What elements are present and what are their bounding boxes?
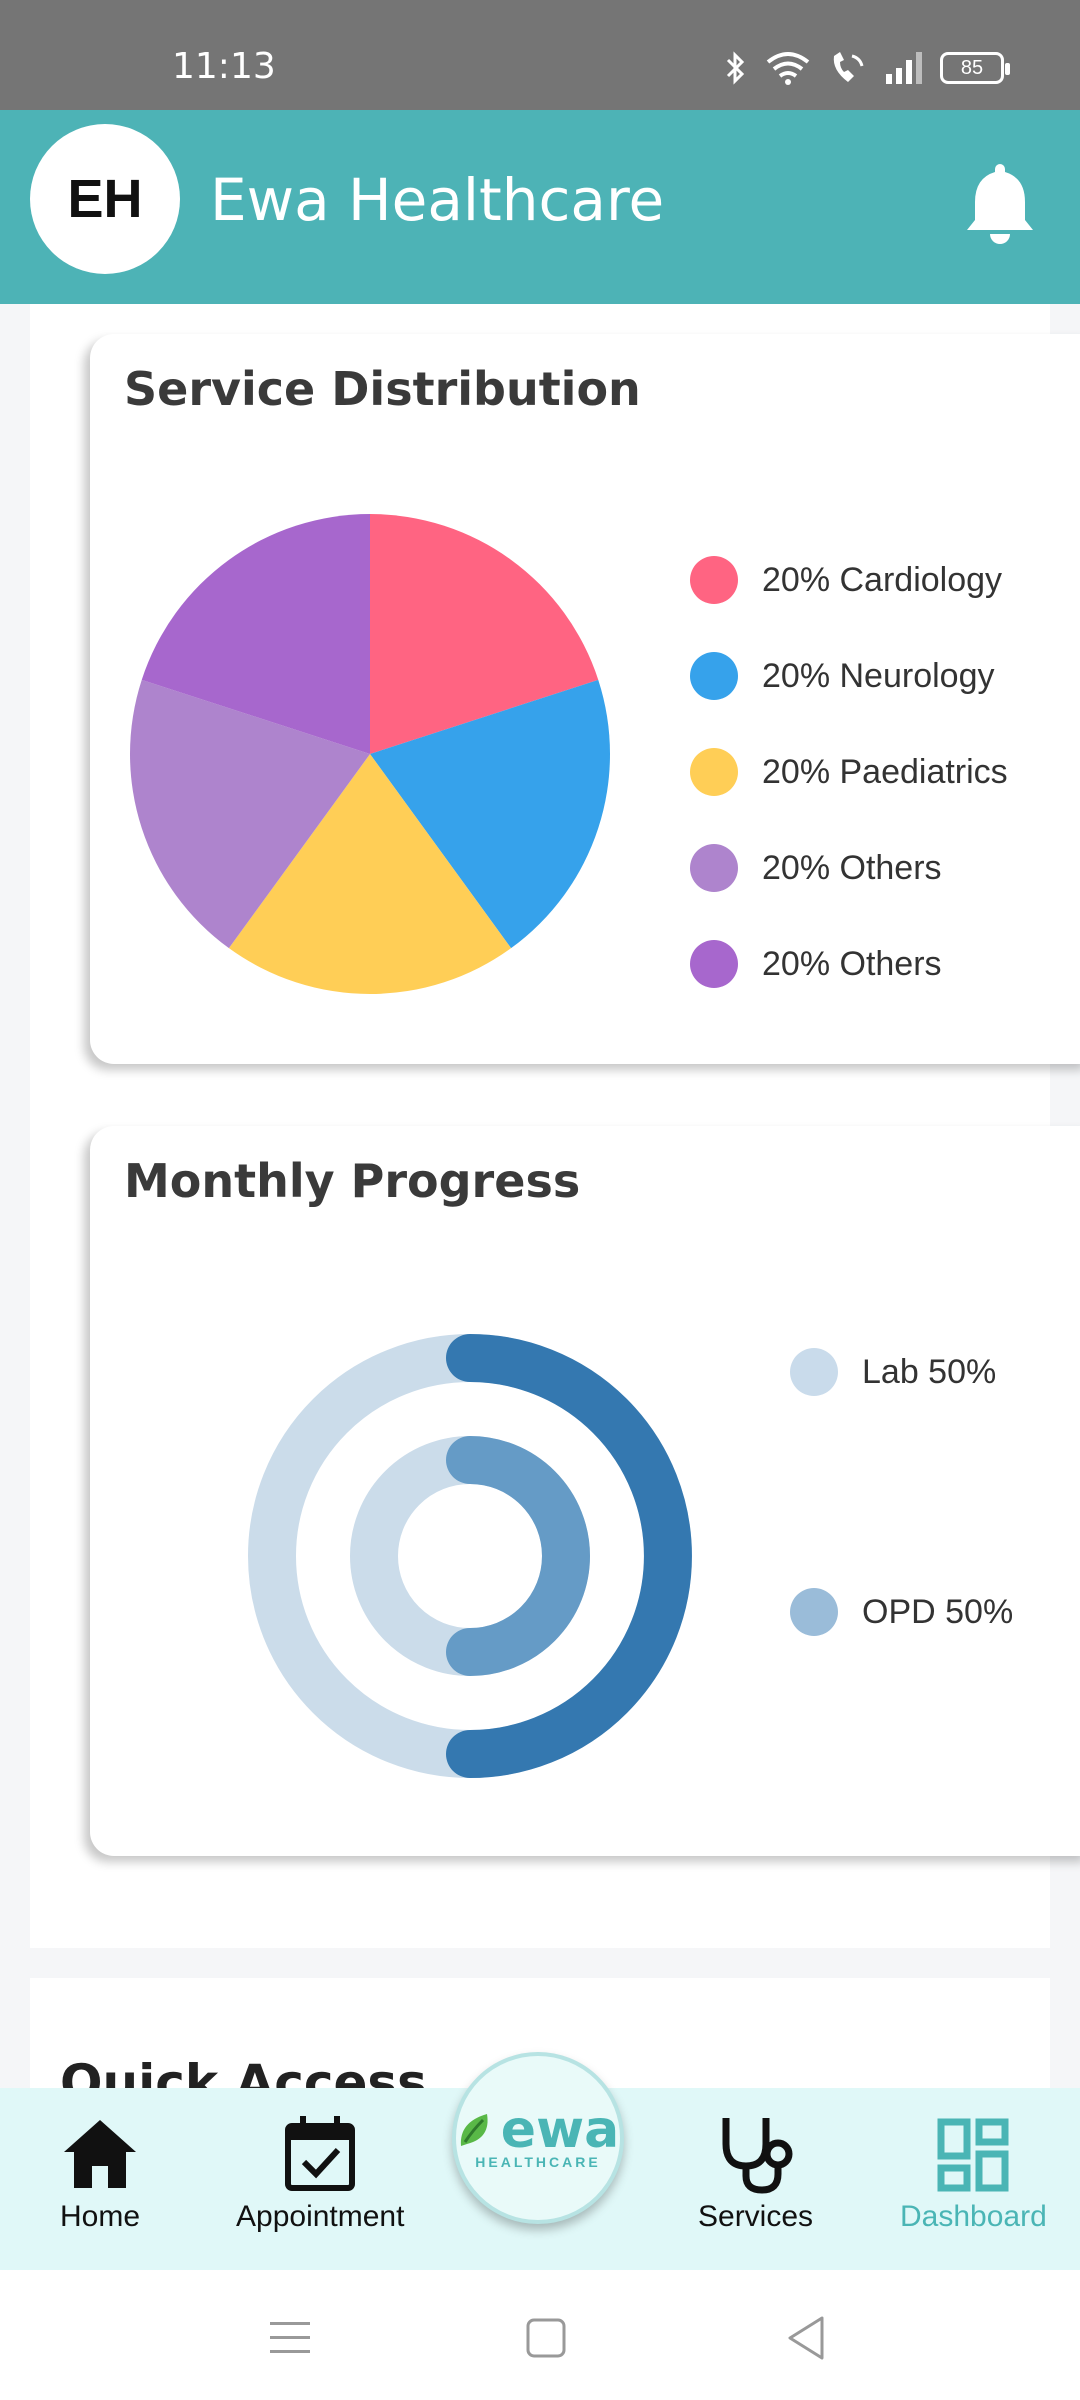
legend-item-others-2: 20% Others [690,940,942,988]
wifi-call-icon [833,52,864,82]
avatar[interactable]: EH [30,124,180,274]
legend-label: 20% Others [762,944,942,983]
app-title: Ewa Healthcare [210,166,665,234]
app-bar: EH Ewa Healthcare [0,110,1080,304]
service-distribution-card: Service Distribution 20% Cardiology 20% … [90,334,1080,1064]
legend-label: Lab 50% [862,1352,997,1391]
card-title: Service Distribution [124,362,641,416]
legend-dot [690,940,738,988]
dashboard-icon [937,2118,1009,2192]
bluetooth-icon [726,51,745,85]
status-icons: 85 [724,48,1010,88]
leaf-icon [460,2114,488,2146]
card-title: Monthly Progress [124,1154,581,1208]
nav-services[interactable]: Services [698,2114,813,2234]
nav-dashboard[interactable]: Dashboard [900,2114,1047,2234]
legend-item-opd: OPD 50% [790,1588,1013,1636]
legend-dot [790,1348,838,1396]
legend-label: 20% Cardiology [762,560,1003,599]
monthly-progress-radial-chart [248,1334,692,1778]
signal-icon [886,52,922,84]
monthly-progress-card: Monthly Progress Lab 50% OPD 50% [90,1126,1080,1856]
system-navigation-bar [0,2270,1080,2400]
stethoscope-icon [722,2118,793,2194]
home-button-icon[interactable] [516,2308,576,2368]
legend-dot [790,1588,838,1636]
nav-appointment[interactable]: Appointment [236,2114,404,2234]
progress-arc-opd [446,1436,590,1676]
legend-item-paediatrics: 20% Paediatrics [690,748,1008,796]
battery-icon: 85 [940,52,1010,84]
status-time: 11:13 [172,46,276,87]
nav-label: Home [60,2200,141,2233]
nav-home[interactable]: Home [60,2114,140,2234]
wifi-icon [766,52,810,85]
calendar-check-icon [285,2116,356,2191]
legend-dot [690,844,738,892]
legend-label: 20% Paediatrics [762,752,1008,791]
legend-item-cardiology: 20% Cardiology [690,556,1002,604]
nav-label: Appointment [236,2200,405,2233]
menu-icon[interactable] [260,2308,320,2368]
legend-dot [690,652,738,700]
back-icon[interactable] [776,2308,836,2368]
legend-dot [690,556,738,604]
service-distribution-pie-chart [129,514,610,994]
notification-bell-icon[interactable] [960,158,1040,248]
legend-label: OPD 50% [862,1592,1014,1631]
ewa-logo-button[interactable]: ewa HEALTHCARE [452,2052,624,2224]
logo-text: ewa [500,2100,620,2160]
legend-label: 20% Others [762,848,942,887]
nav-label: Services [698,2200,814,2233]
logo-row: ewa [457,2100,620,2160]
legend-item-lab: Lab 50% [790,1348,996,1396]
legend-dot [690,748,738,796]
nav-label: Dashboard [900,2200,1047,2233]
status-bar: 11:13 85 [0,0,1080,110]
legend-item-others-1: 20% Others [690,844,942,892]
legend-label: 20% Neurology [762,656,995,695]
logo-subtext: HEALTHCARE [475,2154,601,2170]
legend-item-neurology: 20% Neurology [690,652,994,700]
home-icon [64,2120,137,2188]
